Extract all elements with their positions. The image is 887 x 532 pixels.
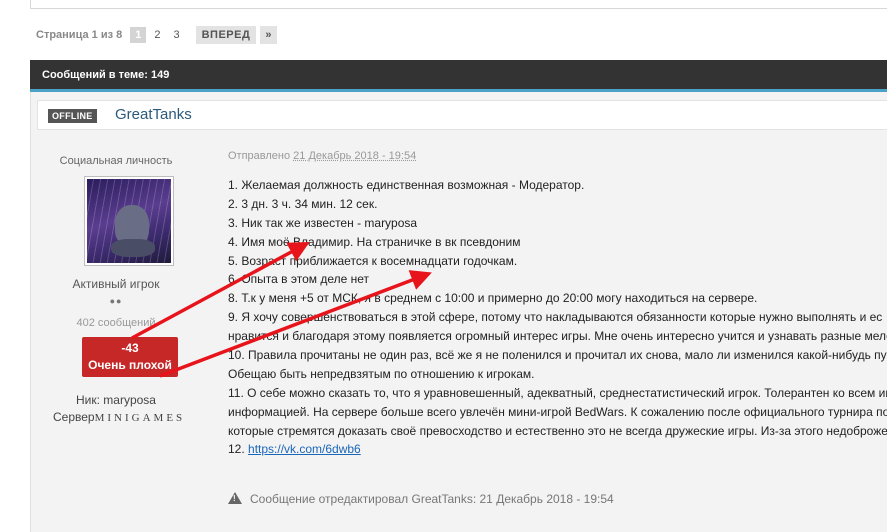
post-line: которые стремятся доказать своё превосхо… [228,423,887,438]
post-body: 1. Желаемая должность единственная возмо… [228,176,887,459]
user-server: СерверMINIGAMES [53,410,185,424]
topic-post-count: Сообщений в теме: 149 [42,69,170,81]
link-prefix: 12. [228,442,249,457]
server-value: MINIGAMES [94,412,186,424]
post-content: Отправлено 21 Декабрь 2018 - 19:54 1. Же… [228,150,887,532]
page-1-button[interactable]: 1 [130,27,147,43]
next-page-button[interactable]: ВПЕРЕД [195,26,257,44]
post-date[interactable]: 21 Декабрь 2018 - 19:54 [293,150,416,162]
user-post-count: 402 сообщений [76,317,156,329]
post-line: 5. Возраст приближается к восемнадцати г… [228,253,518,268]
reputation-value: -43 [121,341,139,355]
post-line: 6. Опыта в этом деле нет [228,272,370,287]
top-panel-edge [30,0,887,9]
reputation-badge: -43 Очень плохой [82,337,178,377]
vk-link[interactable]: https://vk.com/6dwb6 [248,442,361,456]
forum-post: OFFLINE GreatTanks Социальная личность А… [30,92,887,532]
user-nick: Ник: maryposa [76,393,156,407]
post-line: Обещаю быть непредвзятым по отношению к … [228,366,535,381]
pagination-label: Страница 1 из 8 [36,29,123,41]
post-line: информацией. На сервере больше всего увл… [228,404,887,419]
avatar[interactable] [84,176,174,266]
topic-header-bar: Сообщений в теме: 149 [30,60,887,91]
rank-title: Социальная личность [59,155,173,167]
post-line: 2. 3 дн. 3 ч. 34 мин. 12 сек. [228,196,378,211]
page-2-button[interactable]: 2 [149,27,165,43]
author-name-link[interactable]: GreatTanks [115,106,192,123]
last-page-button[interactable]: » [260,26,277,44]
user-group: Активный игрок [72,277,160,291]
post-line: 11. О себе можно сказать то, что я уравн… [228,385,887,400]
post-line: нравится и благодаря этому появляется ог… [228,329,887,344]
sent-prefix: Отправлено [228,150,291,162]
post-sent-info: Отправлено 21 Декабрь 2018 - 19:54 [228,150,887,162]
author-sidebar: Социальная личность Активный игрок ●● 40… [31,128,201,532]
pagination: Страница 1 из 8 1 2 3 ВПЕРЕД » [36,25,277,45]
rank-pips: ●● [109,296,123,306]
reputation-label: Очень плохой [88,358,172,372]
edited-notice: Сообщение отредактировал GreatTanks: 21 … [228,492,614,506]
post-header: OFFLINE GreatTanks [37,100,887,130]
edited-text: Сообщение отредактировал GreatTanks: 21 … [250,492,614,506]
post-line: 1. Желаемая должность единственная возмо… [228,178,585,192]
status-badge: OFFLINE [48,109,97,123]
page-3-button[interactable]: 3 [168,27,184,43]
post-line: 3. Ник так же известен - maryposa [228,215,418,230]
avatar-image [87,179,171,263]
post-line: 10. Правила прочитаны не один раз, всё ж… [228,348,887,363]
post-line: 8. Т.к у меня +5 от МСК, я в среднем с 1… [228,291,758,306]
post-line-link: 12. https://vk.com/6dwb6 [228,440,887,459]
post-line: 9. Я хочу совершенствоваться в этой сфер… [228,310,883,325]
server-label: Сервер [53,410,95,424]
post-line: 4. Имя моё Владимир. На страничке в вк п… [228,234,521,249]
warning-icon [228,492,242,504]
